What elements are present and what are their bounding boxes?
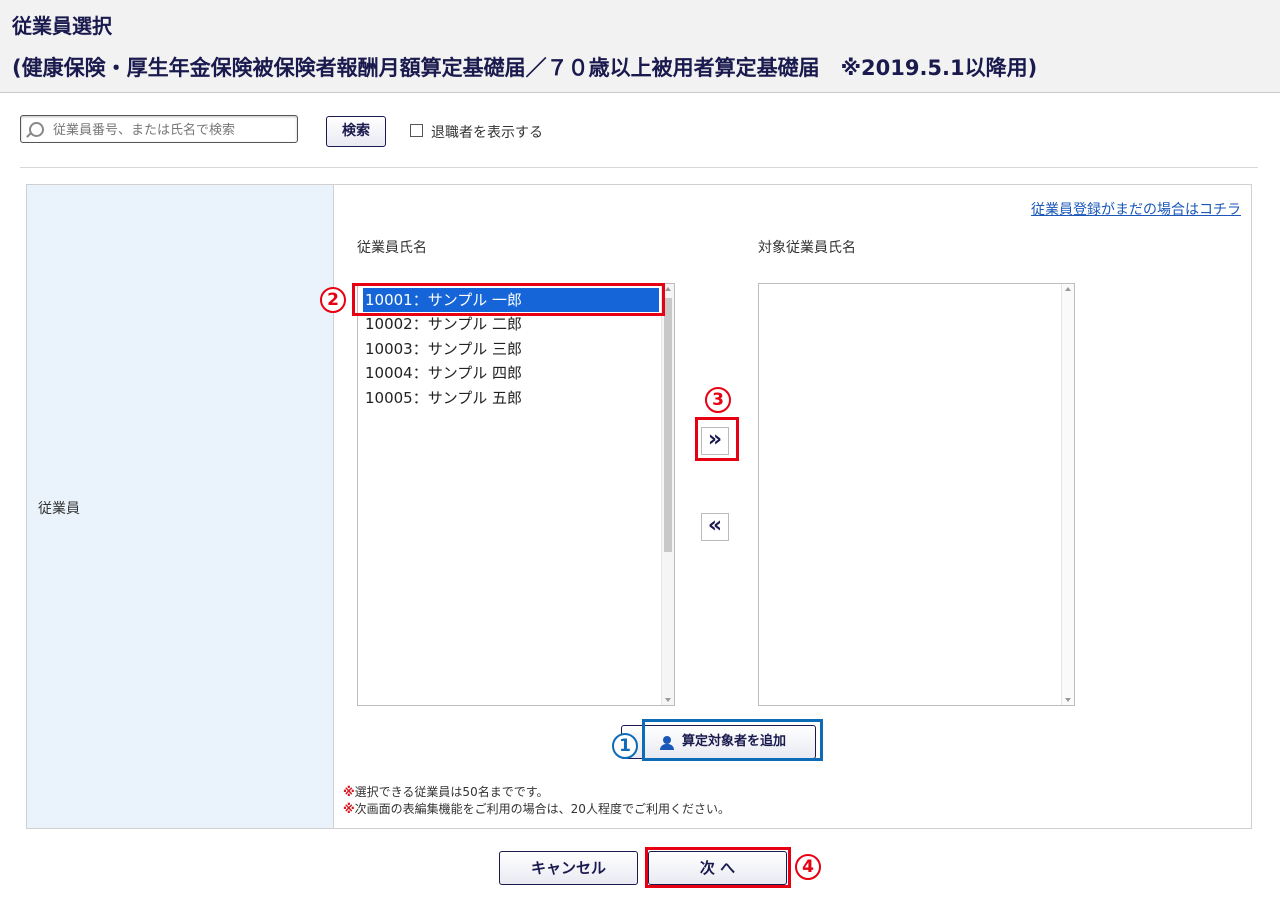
note-line: ※次画面の表編集機能をご利用の場合は、20人程度でご利用ください。	[343, 802, 730, 816]
scroll-up-icon[interactable]	[1065, 287, 1071, 291]
move-right-button[interactable]: »	[701, 427, 729, 455]
step-2-marker: 2	[320, 287, 346, 313]
show-retired-checkbox[interactable]	[410, 124, 423, 137]
search-icon	[29, 122, 44, 137]
row-label: 従業員	[38, 501, 80, 517]
show-retired-label: 退職者を表示する	[431, 125, 543, 141]
search-input[interactable]	[51, 119, 295, 141]
employee-option[interactable]: 10005：サンプル 五郎	[363, 386, 659, 410]
scroll-down-icon[interactable]	[665, 698, 671, 702]
search-field[interactable]	[20, 115, 298, 143]
move-left-button[interactable]: «	[701, 513, 729, 541]
employee-option[interactable]: 10004：サンプル 四郎	[363, 361, 659, 385]
person-icon	[660, 736, 674, 750]
search-button[interactable]: 検索	[326, 116, 386, 147]
next-button[interactable]: 次 へ	[648, 851, 787, 885]
left-list-header: 従業員氏名	[357, 240, 427, 256]
employee-option[interactable]: 10003：サンプル 三郎	[363, 337, 659, 361]
step-1-marker: 1	[612, 733, 638, 759]
page-subtitle: (健康保険・厚生年金保険被保険者報酬月額算定基礎届／７０歳以上被用者算定基礎届 …	[12, 56, 1038, 80]
add-target-employee-label: 算定対象者を追加	[682, 734, 787, 749]
target-list-scrollbar[interactable]	[1061, 284, 1074, 705]
scroll-down-icon[interactable]	[1065, 698, 1071, 702]
employee-option[interactable]: 10001：サンプル 一郎	[363, 288, 659, 312]
row-label-cell: 従業員	[27, 185, 334, 828]
employee-option[interactable]: 10002：サンプル 二郎	[363, 312, 659, 336]
employee-listbox[interactable]: 10001：サンプル 一郎 10002：サンプル 二郎 10003：サンプル 三…	[357, 283, 675, 706]
step-4-marker: 4	[795, 854, 821, 880]
title-band: 従業員選択 (健康保険・厚生年金保険被保険者報酬月額算定基礎届／７０歳以上被用者…	[0, 0, 1280, 93]
right-list-header: 対象従業員氏名	[758, 240, 856, 256]
divider	[20, 167, 1258, 168]
scroll-thumb[interactable]	[664, 298, 672, 552]
register-employee-link[interactable]: 従業員登録がまだの場合はコチラ	[1031, 199, 1241, 219]
cancel-button[interactable]: キャンセル	[499, 851, 638, 885]
add-target-employee-button[interactable]: 算定対象者を追加	[621, 725, 816, 759]
employee-list-scrollbar[interactable]	[661, 284, 674, 705]
scroll-up-icon[interactable]	[665, 287, 671, 291]
page-title: 従業員選択	[12, 14, 112, 38]
target-employee-listbox[interactable]	[758, 283, 1075, 706]
note-line: ※選択できる従業員は50名までです。	[343, 785, 549, 799]
step-3-marker: 3	[705, 387, 731, 413]
notes: ※選択できる従業員は50名までです。 ※次画面の表編集機能をご利用の場合は、20…	[343, 784, 730, 818]
